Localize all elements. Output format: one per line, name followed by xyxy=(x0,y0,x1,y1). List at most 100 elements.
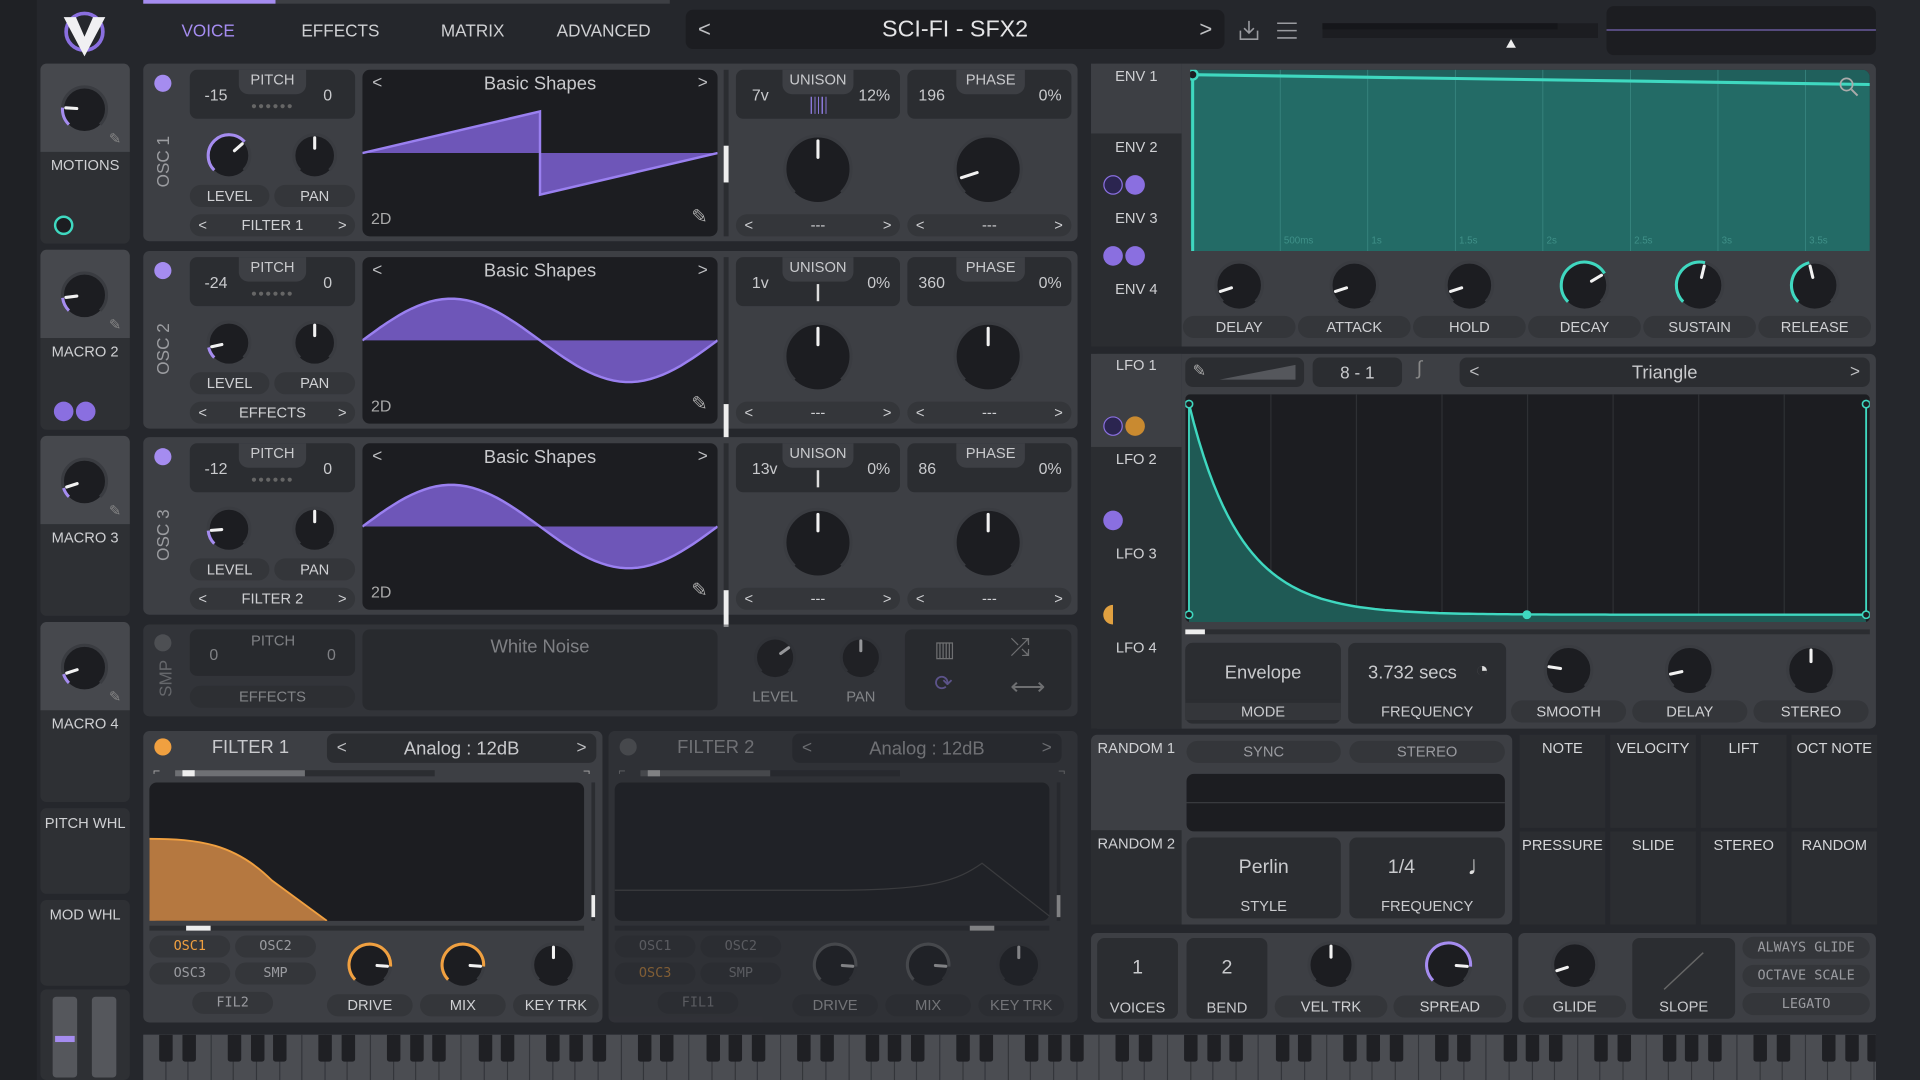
lfo-grid-value[interactable]: 8 - 1 xyxy=(1313,362,1402,382)
tab-env-2[interactable]: ENV 2 xyxy=(1091,135,1182,205)
sampler-transpose[interactable]: 0 xyxy=(209,645,218,663)
osc-1-destination[interactable]: < FILTER 1 > xyxy=(189,214,356,237)
filter-2-drive-knob[interactable] xyxy=(811,940,860,989)
piano-key-black[interactable] xyxy=(1594,1034,1608,1062)
piano-key-black[interactable] xyxy=(250,1034,264,1062)
filter-2-blend-slider[interactable] xyxy=(640,770,901,777)
osc-2-wavetable-display[interactable]: < Basic Shapes > 2D ✎ xyxy=(362,257,718,424)
lfo-shape-next[interactable]: > xyxy=(1850,361,1860,381)
lfo-delay-knob[interactable] xyxy=(1663,643,1717,697)
bounce-icon[interactable]: ⟷ xyxy=(1010,671,1045,702)
osc-3-destination[interactable]: < FILTER 2 > xyxy=(189,587,356,610)
distortion-prev[interactable]: < xyxy=(916,402,925,424)
wavetable-next[interactable]: > xyxy=(698,260,708,280)
menu-icon[interactable] xyxy=(1275,18,1299,42)
filter-model-next[interactable]: > xyxy=(577,737,587,757)
piano-key-black[interactable] xyxy=(1685,1034,1699,1062)
mod-source-slide[interactable]: SLIDE xyxy=(1610,831,1696,925)
piano-key-black[interactable] xyxy=(1366,1034,1380,1062)
piano-key-black[interactable] xyxy=(1229,1034,1244,1062)
sampler-display[interactable]: White Noise xyxy=(362,629,718,711)
filter-2-keytrack-knob[interactable] xyxy=(994,940,1043,989)
wavetable-next[interactable]: > xyxy=(698,446,708,466)
spread-knob[interactable] xyxy=(1423,939,1474,990)
filter-1-blend-slider[interactable] xyxy=(175,770,435,777)
tab-env-1[interactable]: ENV 1 xyxy=(1091,63,1182,134)
piano-key-black[interactable] xyxy=(728,1034,743,1062)
piano-key-black[interactable] xyxy=(910,1034,925,1062)
tab-lfo-2[interactable]: LFO 2 xyxy=(1091,448,1182,541)
env-sustain-knob[interactable] xyxy=(1673,258,1727,312)
env-decay-knob[interactable] xyxy=(1558,258,1612,312)
unison-detune[interactable]: 12% xyxy=(858,86,890,104)
sampler-pan-knob[interactable] xyxy=(838,634,885,681)
preset-selector[interactable]: < SCI-FI - SFX2 > xyxy=(685,9,1225,49)
osc-2-phase-knob[interactable] xyxy=(951,320,1024,393)
destination-next[interactable]: > xyxy=(338,214,347,236)
modulation-source-icon[interactable] xyxy=(1103,604,1123,625)
lfo-point[interactable] xyxy=(1861,399,1870,409)
lfo-point[interactable] xyxy=(1861,610,1870,620)
macro-label-4[interactable]: MACRO 4 xyxy=(40,715,129,732)
filter-cutoff-slider[interactable] xyxy=(614,925,1050,931)
always-glide-toggle[interactable]: ALWAYS GLIDE xyxy=(1742,936,1870,959)
piano-key-black[interactable] xyxy=(1070,1034,1084,1062)
tab-env-4[interactable]: ENV 4 xyxy=(1091,277,1182,347)
osc-tune[interactable]: 0 xyxy=(323,273,332,291)
filter-1-drive-knob[interactable] xyxy=(345,940,394,989)
osc-1-unison-detune-knob[interactable] xyxy=(781,132,854,205)
save-icon[interactable] xyxy=(1237,18,1261,42)
filter-source-osc1[interactable]: OSC1 xyxy=(149,935,231,958)
edit-wavetable-icon[interactable]: ✎ xyxy=(691,392,707,416)
macro-knob-1[interactable] xyxy=(59,83,110,134)
phase-value[interactable]: 86 xyxy=(918,459,936,477)
tab-lfo-3[interactable]: LFO 3 xyxy=(1091,542,1182,635)
filter-source-osc3[interactable]: OSC3 xyxy=(149,962,231,985)
wavetable-name[interactable]: Basic Shapes xyxy=(362,447,717,468)
lfo-point[interactable] xyxy=(1185,399,1194,409)
piano-key-black[interactable] xyxy=(1548,1034,1563,1062)
lfo-grid-size[interactable]: 8 - 1 xyxy=(1312,357,1403,387)
wavetable-mode[interactable]: 2D xyxy=(371,209,391,227)
random-frequency[interactable]: 1/4 ♩ FREQUENCY xyxy=(1349,837,1505,919)
bend-value[interactable]: 2 xyxy=(1187,958,1268,980)
tab-lfo-1[interactable]: LFO 1 xyxy=(1091,353,1182,447)
osc-2-pitch[interactable]: -24 PITCH ●●●●●● 0 xyxy=(189,257,356,307)
modulation-source-icon[interactable] xyxy=(1103,246,1123,266)
filter-source-osc1[interactable]: OSC1 xyxy=(614,935,696,958)
piano-key-black[interactable] xyxy=(1389,1034,1403,1062)
lfo-stereo-knob[interactable] xyxy=(1784,643,1838,697)
osc-1-pan-knob[interactable] xyxy=(290,131,339,180)
lfo-smooth-slider[interactable]: ✎ xyxy=(1185,357,1305,387)
osc-1-wavetable-display[interactable]: < Basic Shapes > 2D ✎ xyxy=(362,69,718,237)
osc-3-unison[interactable]: 13v UNISON 0% xyxy=(735,443,901,493)
piano-key-black[interactable] xyxy=(1503,1034,1517,1062)
spectral-next[interactable]: > xyxy=(883,214,892,236)
wave-frame-slider[interactable] xyxy=(723,443,729,627)
wavetable-name[interactable]: Basic Shapes xyxy=(362,73,717,94)
volume-meter[interactable] xyxy=(1322,23,1598,48)
loop-icon[interactable]: ⟳ xyxy=(934,671,952,697)
piano-key-black[interactable] xyxy=(569,1034,583,1062)
macro-knob-4[interactable] xyxy=(59,642,110,693)
modulation-source-icon[interactable] xyxy=(1103,416,1123,436)
macro-edit-icon[interactable]: ✎ xyxy=(109,316,121,333)
filter-source-osc2[interactable]: OSC2 xyxy=(235,935,316,958)
piano-key-black[interactable] xyxy=(705,1034,720,1062)
filter-1-mix-knob[interactable] xyxy=(438,940,487,989)
osc-1-level-knob[interactable] xyxy=(204,131,253,180)
piano-key-black[interactable] xyxy=(1776,1034,1790,1062)
mod-wheel[interactable] xyxy=(91,996,117,1078)
macro-edit-icon[interactable]: ✎ xyxy=(109,130,121,147)
wavetable-mode[interactable]: 2D xyxy=(371,397,391,415)
filter-model-next[interactable]: > xyxy=(1042,737,1052,757)
modulation-source-icon[interactable] xyxy=(1103,175,1123,195)
piano-key-black[interactable] xyxy=(409,1034,424,1062)
octave-scale-toggle[interactable]: OCTAVE SCALE xyxy=(1742,964,1870,987)
phase-value[interactable]: 360 xyxy=(918,273,945,291)
osc-3-unison-detune-knob[interactable] xyxy=(781,506,854,579)
piano-key-black[interactable] xyxy=(1867,1034,1876,1062)
destination-prev[interactable]: < xyxy=(198,402,207,424)
piano-key-black[interactable] xyxy=(478,1034,492,1062)
filter-1-model-selector[interactable]: < Analog : 12dB > xyxy=(326,733,597,763)
